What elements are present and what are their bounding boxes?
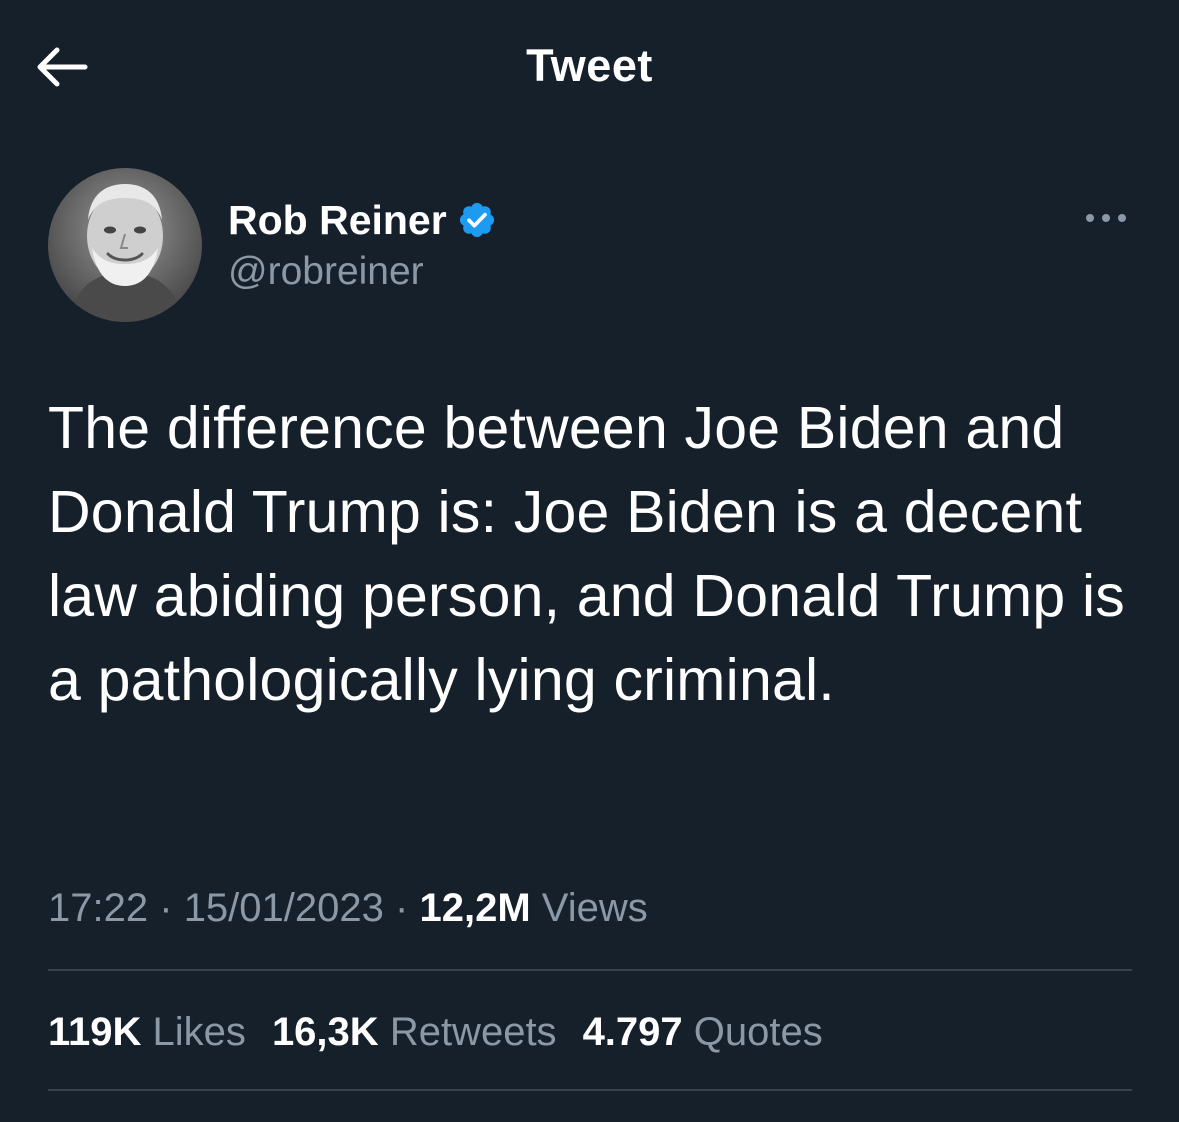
tweet-stats: 119K Likes 16,3K Retweets 4.797 Quotes bbox=[48, 1006, 849, 1058]
divider bbox=[48, 969, 1132, 971]
quotes-count: 4.797 bbox=[582, 1010, 683, 1054]
views-count: 12,2M bbox=[419, 886, 531, 930]
quotes-stat[interactable]: 4.797 Quotes bbox=[583, 1006, 823, 1058]
views-label: Views bbox=[541, 886, 648, 930]
tweet-meta: 17:22 · 15/01/2023 · 12,2M Views bbox=[48, 882, 648, 934]
avatar[interactable] bbox=[48, 168, 202, 322]
verified-badge-icon bbox=[457, 200, 497, 240]
display-name[interactable]: Rob Reiner bbox=[228, 194, 447, 246]
retweets-stat[interactable]: 16,3K Retweets bbox=[272, 1006, 557, 1058]
tweet-date[interactable]: 15/01/2023 bbox=[184, 886, 384, 930]
user-handle[interactable]: @robreiner bbox=[228, 246, 424, 298]
page-title: Tweet bbox=[526, 40, 653, 91]
retweets-label: Retweets bbox=[389, 1010, 557, 1054]
likes-stat[interactable]: 119K Likes bbox=[48, 1006, 246, 1058]
meta-separator: · bbox=[159, 886, 173, 930]
more-horizontal-icon bbox=[1086, 214, 1126, 222]
name-row: Rob Reiner bbox=[228, 194, 497, 246]
divider bbox=[48, 1089, 1132, 1091]
more-button[interactable] bbox=[1078, 198, 1134, 238]
meta-separator: · bbox=[395, 886, 409, 930]
tweet-author: Rob Reiner @robreiner bbox=[48, 168, 1138, 324]
tweet-text: The difference between Joe Biden and Don… bbox=[48, 395, 1125, 713]
tweet-time[interactable]: 17:22 bbox=[48, 886, 148, 930]
likes-label: Likes bbox=[152, 1010, 246, 1054]
likes-count: 119K bbox=[48, 1010, 142, 1054]
retweets-count: 16,3K bbox=[271, 1010, 379, 1054]
top-bar: Tweet bbox=[0, 0, 1179, 130]
quotes-label: Quotes bbox=[693, 1010, 823, 1054]
